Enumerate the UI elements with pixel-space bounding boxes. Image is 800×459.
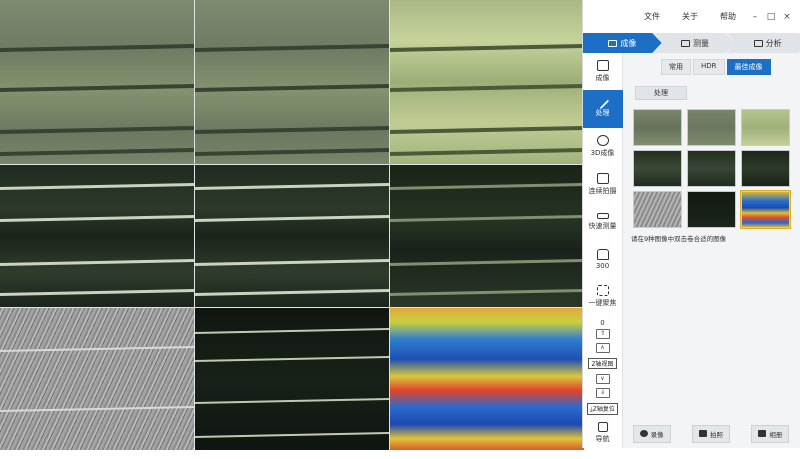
- focus-icon: [596, 285, 609, 297]
- process-content: 常用 HDR 最佳成像 处理 请在9种图像中双击卷合适的图像: [623, 53, 800, 448]
- album-button[interactable]: 相册: [751, 424, 790, 443]
- menu-about[interactable]: 关于: [672, 11, 708, 22]
- z-down-button[interactable]: ∨: [595, 374, 610, 385]
- thumbnail[interactable]: [687, 109, 736, 146]
- title-bar: 文件 关于 帮助 – □ ×: [583, 0, 800, 33]
- image-tile[interactable]: [195, 308, 389, 450]
- subtab-best-imaging[interactable]: 最佳成像: [726, 59, 771, 75]
- vertical-toolbar: 成像 处理 3D成像 连续拍摄 快速测量 300 一键聚焦 0 ⇑ ∧ Z轴视图: [582, 53, 623, 448]
- mode-tabs: 成像 测量 分析: [583, 33, 800, 53]
- image-icon: [596, 60, 609, 72]
- thumbnail[interactable]: [687, 150, 736, 187]
- toolbar-magnification[interactable]: 300: [583, 240, 623, 277]
- ruler-icon: [596, 212, 609, 219]
- close-button[interactable]: ×: [780, 12, 794, 22]
- image-tile[interactable]: [195, 165, 389, 307]
- toolbar-burst-capture[interactable]: 连续拍摄: [583, 165, 623, 202]
- maximize-button[interactable]: □: [764, 12, 778, 22]
- z-reset-button[interactable]: ⤓Z轴复位: [587, 403, 618, 416]
- control-panel: 文件 关于 帮助 – □ × 成像 测量 分析 成像 处理 3D成像 连续拍摄 …: [582, 0, 800, 448]
- album-icon: [758, 430, 767, 437]
- toolbar-3d-imaging[interactable]: 3D成像: [583, 128, 623, 165]
- toolbar-process[interactable]: 处理: [582, 90, 623, 128]
- snapshot-button[interactable]: 拍照: [691, 424, 730, 443]
- tab-imaging[interactable]: 成像: [583, 33, 662, 53]
- subtabs: 常用 HDR 最佳成像: [661, 59, 771, 75]
- z-up-button[interactable]: ∧: [595, 343, 610, 354]
- subtab-common[interactable]: 常用: [661, 59, 691, 75]
- toolbar-imaging[interactable]: 成像: [583, 53, 623, 90]
- subtab-hdr[interactable]: HDR: [693, 59, 725, 75]
- image-tile[interactable]: [0, 308, 194, 450]
- thumbnail[interactable]: [633, 109, 682, 146]
- thumbnail[interactable]: [741, 150, 790, 187]
- lens-icon: [596, 248, 609, 260]
- camera-icon: [698, 430, 707, 437]
- minimize-button[interactable]: –: [748, 12, 762, 22]
- z-value: 0: [600, 319, 605, 328]
- z-view-button[interactable]: Z轴视图: [588, 358, 617, 370]
- record-button[interactable]: 录像: [632, 424, 671, 443]
- image-grid: [0, 0, 584, 450]
- process-button[interactable]: 处理: [635, 86, 687, 100]
- thumbnail-selected[interactable]: [740, 190, 791, 229]
- camera-icon: [608, 39, 618, 47]
- toolbar-quick-measure[interactable]: 快速测量: [583, 203, 623, 240]
- bottom-bar: 录像 拍照 相册: [582, 419, 800, 448]
- tab-measure[interactable]: 测量: [655, 33, 735, 53]
- thumbnail[interactable]: [633, 150, 682, 187]
- record-icon: [639, 430, 648, 437]
- image-tile[interactable]: [195, 0, 389, 164]
- z-fast-down-button[interactable]: ⇓: [595, 388, 610, 399]
- image-tile[interactable]: [0, 0, 194, 164]
- tab-analysis[interactable]: 分析: [728, 33, 800, 53]
- thumbnail[interactable]: [633, 191, 682, 228]
- toolbar-autofocus[interactable]: 一键聚焦: [583, 278, 623, 315]
- menu-file[interactable]: 文件: [634, 11, 670, 22]
- menu-help[interactable]: 帮助: [710, 11, 746, 22]
- image-tile-selected[interactable]: [390, 308, 584, 450]
- burst-icon: [596, 172, 609, 184]
- z-fast-up-button[interactable]: ⇑: [595, 329, 610, 340]
- hint-text: 请在9种图像中双击卷合适的图像: [631, 235, 727, 243]
- chart-icon: [753, 39, 763, 47]
- ruler-icon: [681, 39, 690, 47]
- image-tile[interactable]: [0, 165, 194, 307]
- thumbnail[interactable]: [687, 191, 736, 228]
- thumbnail-grid: [633, 109, 791, 229]
- image-tile[interactable]: [390, 165, 584, 307]
- thumbnail[interactable]: [741, 109, 790, 146]
- image-tile[interactable]: [390, 0, 584, 164]
- cube-icon: [596, 135, 609, 147]
